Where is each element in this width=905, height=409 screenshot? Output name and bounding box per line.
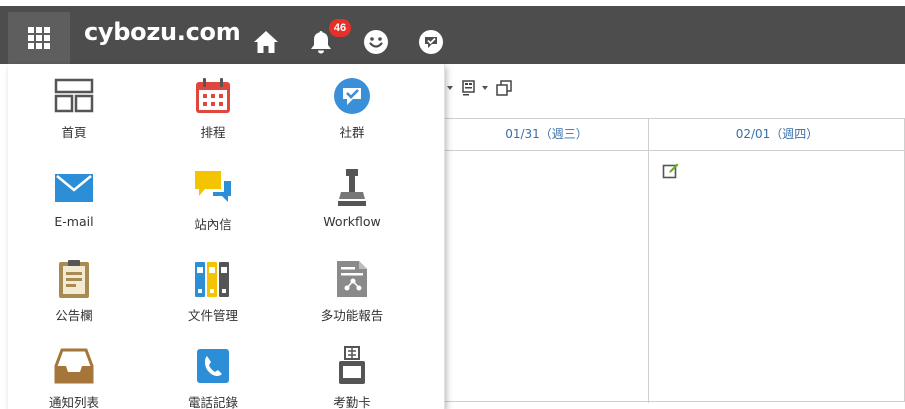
bulletin-icon [59, 260, 89, 298]
app-phone-memo[interactable]: 電話記錄 [148, 346, 278, 409]
app-notification-list[interactable]: 通知列表 [9, 346, 139, 409]
home-icon[interactable] [252, 28, 280, 56]
report-icon [337, 261, 367, 297]
app-message[interactable]: 站內信 [148, 168, 278, 248]
message-icon [195, 171, 231, 202]
workflow-stamp-icon [338, 169, 366, 206]
smiley-icon[interactable] [362, 28, 390, 56]
add-event-icon[interactable] [662, 162, 680, 180]
chevron-down-icon [482, 86, 488, 90]
app-root: cybozu.com 46 01/31（週三） 02/01（週四） 首頁 排程 … [0, 0, 905, 409]
app-label: 電話記錄 [187, 395, 238, 409]
layout-list-icon [462, 80, 475, 96]
phone-memo-icon [197, 349, 229, 383]
view-toolbar [445, 78, 513, 98]
new-window-icon[interactable] [495, 79, 513, 97]
calendar-day-header[interactable]: 02/01（週四） [649, 119, 905, 151]
timecard-icon [339, 346, 365, 384]
community-icon [334, 78, 370, 114]
community-header-icon[interactable] [417, 28, 445, 56]
app-menu-button[interactable] [8, 12, 70, 64]
app-label: 考勤卡 [333, 395, 371, 409]
app-label: 公告欄 [55, 308, 93, 323]
dropdown-arrow-icon[interactable] [445, 81, 455, 95]
app-label: 站內信 [194, 217, 232, 232]
app-label: Workflow [323, 214, 381, 229]
app-workflow[interactable]: Workflow [287, 168, 417, 248]
app-label: 文件管理 [187, 308, 238, 323]
app-label: 排程 [200, 125, 226, 140]
portal-icon [54, 78, 94, 113]
notification-badge: 46 [329, 19, 351, 37]
app-bulletin[interactable]: 公告欄 [9, 259, 139, 339]
app-label: 多功能報告 [320, 308, 384, 323]
brand-logo[interactable]: cybozu.com [84, 18, 241, 46]
app-report[interactable]: 多功能報告 [287, 259, 417, 339]
grid-menu-icon [28, 27, 50, 49]
cabinet-icon [195, 262, 229, 297]
app-timecard[interactable]: 考勤卡 [287, 346, 417, 409]
app-label: 通知列表 [48, 395, 99, 409]
mail-icon [55, 174, 93, 202]
app-email[interactable]: E-mail [9, 168, 139, 248]
app-label: E-mail [54, 214, 94, 229]
display-options-button[interactable] [461, 79, 489, 97]
top-header: cybozu.com 46 [0, 0, 905, 64]
app-cabinet[interactable]: 文件管理 [148, 259, 278, 339]
inbox-icon [54, 348, 94, 384]
calendar-grid: 01/31（週三） 02/01（週四） [445, 118, 905, 403]
app-scheduler[interactable]: 排程 [148, 76, 278, 156]
column-divider [648, 119, 649, 403]
calendar-icon [196, 78, 230, 113]
app-launcher-menu: 首頁 排程 社群 E-mail 站內信 Workflow 公告欄 文件管理 多功… [8, 64, 445, 409]
app-portal[interactable]: 首頁 [9, 76, 139, 156]
app-community[interactable]: 社群 [287, 76, 417, 156]
calendar-day-header[interactable]: 01/31（週三） [445, 119, 648, 151]
app-label: 首頁 [61, 125, 87, 140]
app-label: 社群 [339, 125, 365, 140]
